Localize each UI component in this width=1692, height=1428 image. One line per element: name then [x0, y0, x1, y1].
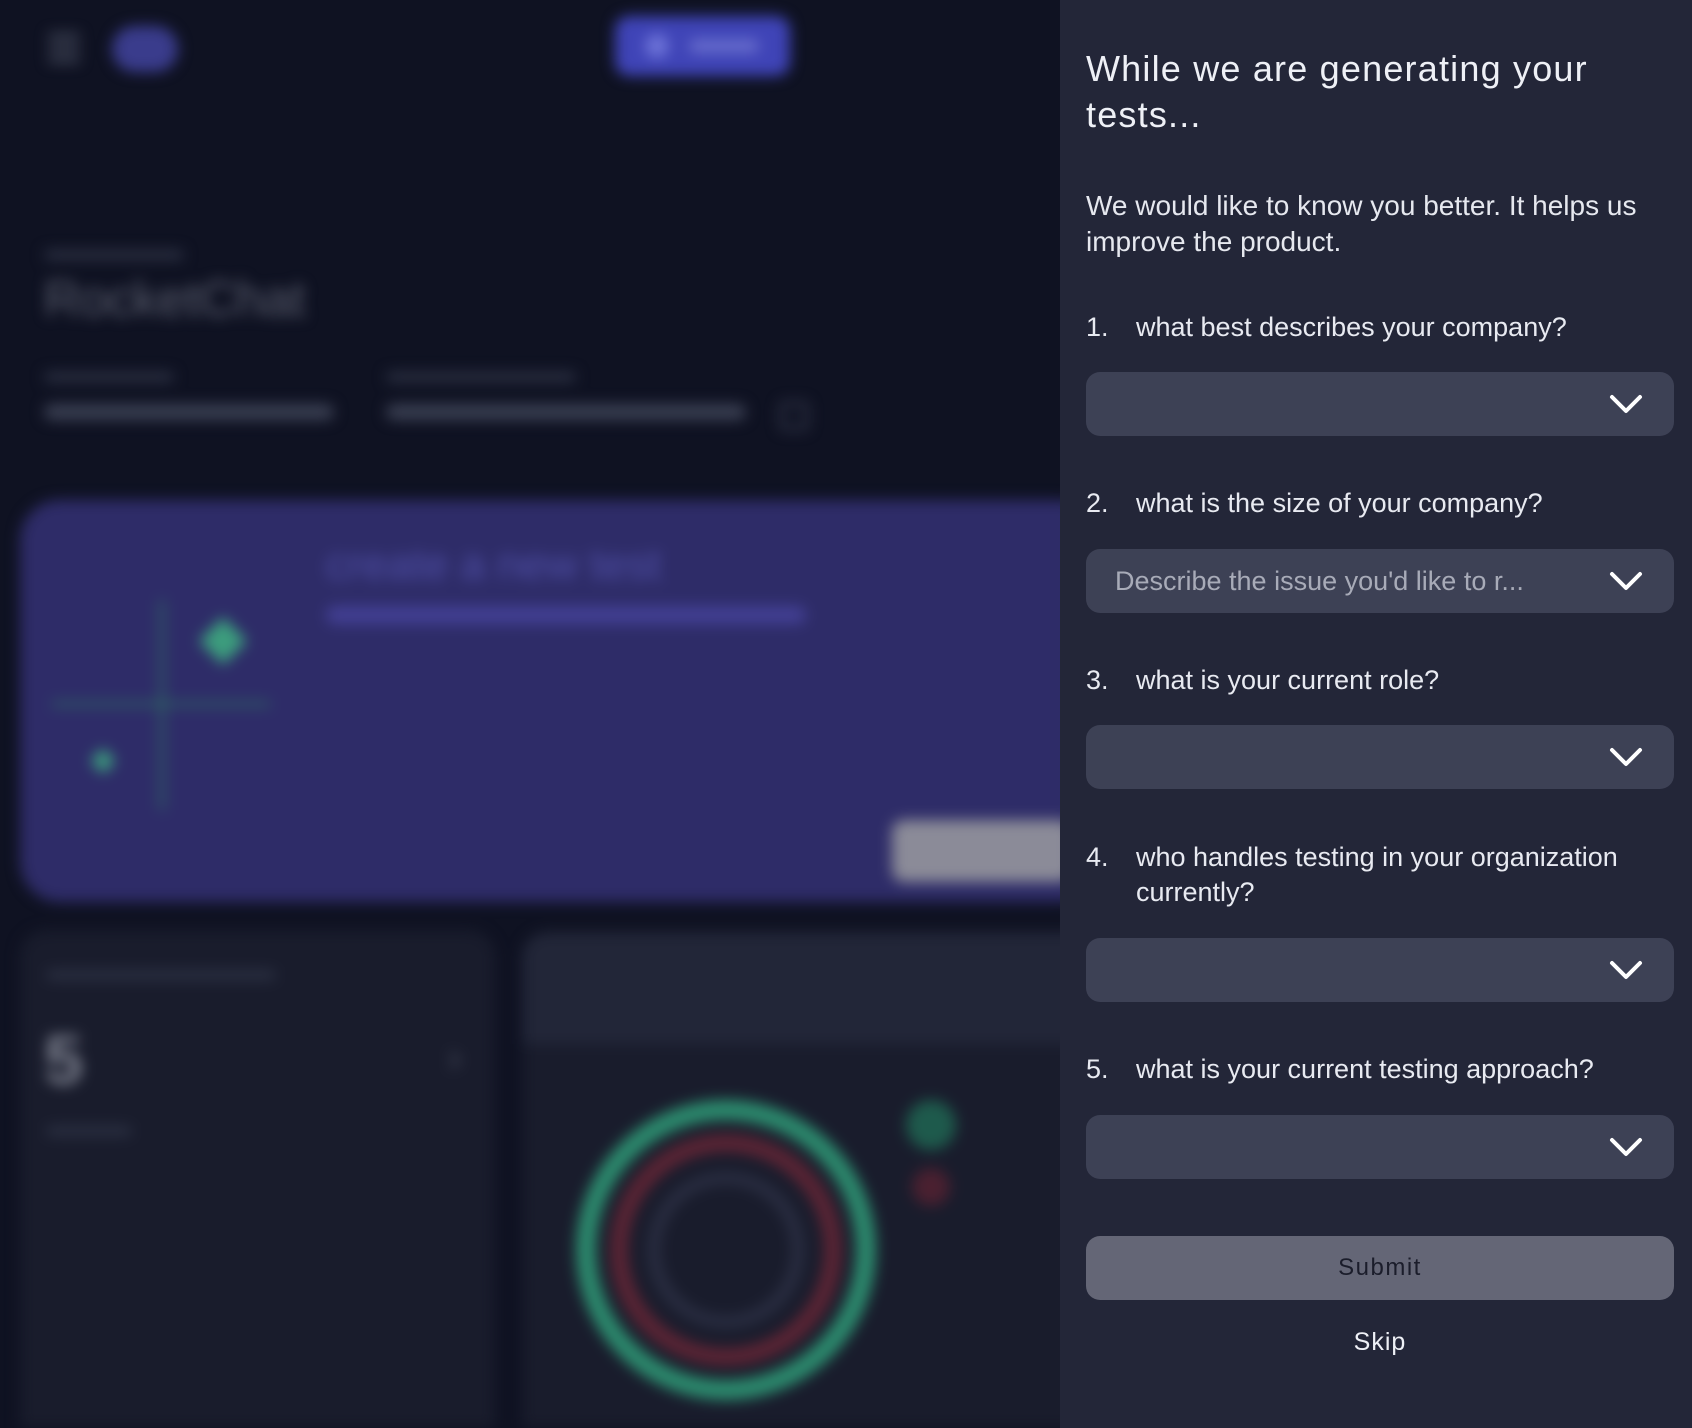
company-size-select[interactable]: Describe the issue you'd like to r... — [1086, 549, 1674, 613]
top-bar — [0, 0, 1080, 100]
current-role-select[interactable] — [1086, 725, 1674, 789]
test-report-header — [522, 932, 1122, 1044]
decor-line — [52, 702, 270, 706]
card-label — [46, 970, 276, 980]
project-label — [44, 250, 184, 260]
donut-ring-inner — [648, 1172, 804, 1328]
card-sublabel — [46, 1126, 132, 1136]
chevron-down-icon — [1610, 1138, 1642, 1156]
chevron-down-icon — [1610, 395, 1642, 413]
active-tests-card: 5 › — [20, 930, 495, 1428]
get-started-button — [892, 820, 1072, 882]
panel-intro: We would like to know you better. It hel… — [1086, 190, 1637, 257]
question-text: who handles testing in your organization… — [1136, 842, 1618, 907]
avatar — [112, 26, 178, 72]
testing-owner-select[interactable] — [1086, 938, 1674, 1002]
primary-action-label — [689, 40, 759, 52]
legend-dot-pass — [906, 1100, 956, 1150]
menu-icon — [48, 34, 80, 62]
question-number: 1. — [1086, 312, 1109, 342]
field-label — [386, 372, 576, 382]
panel-title: While we are generating your tests... — [1086, 48, 1588, 135]
question-text: what is your current testing approach? — [1136, 1054, 1594, 1084]
skip-link[interactable]: Skip — [1086, 1328, 1674, 1357]
submit-button[interactable]: Submit — [1086, 1236, 1674, 1300]
question-text: what is your current role? — [1136, 665, 1440, 695]
chevron-down-icon — [1610, 748, 1642, 766]
legend-dot-fail — [912, 1168, 950, 1206]
chevron-down-icon — [1610, 572, 1642, 590]
question-number: 4. — [1086, 842, 1109, 872]
questionnaire-panel: While we are generating your tests... We… — [1060, 0, 1692, 1428]
banner-title: create a new test — [326, 540, 662, 589]
chevron-right-icon: › — [448, 1036, 462, 1080]
field-value — [44, 404, 334, 420]
company-type-select[interactable] — [1086, 372, 1674, 436]
question-text: what best describes your company? — [1136, 312, 1567, 342]
testing-approach-select[interactable] — [1086, 1115, 1674, 1179]
plus-icon — [645, 34, 669, 58]
copy-icon — [780, 402, 808, 430]
chevron-down-icon — [1610, 961, 1642, 979]
project-title: RocketChat — [44, 271, 306, 327]
question-text: what is the size of your company? — [1136, 488, 1543, 518]
banner-subtitle — [326, 606, 806, 624]
question-number: 3. — [1086, 665, 1109, 695]
url-value — [386, 404, 746, 420]
active-count: 5 — [44, 1021, 83, 1099]
question-number: 5. — [1086, 1054, 1109, 1084]
field-label — [44, 372, 174, 382]
primary-action-button — [615, 16, 790, 76]
select-placeholder: Describe the issue you'd like to r... — [1115, 566, 1524, 596]
question-number: 2. — [1086, 488, 1109, 518]
